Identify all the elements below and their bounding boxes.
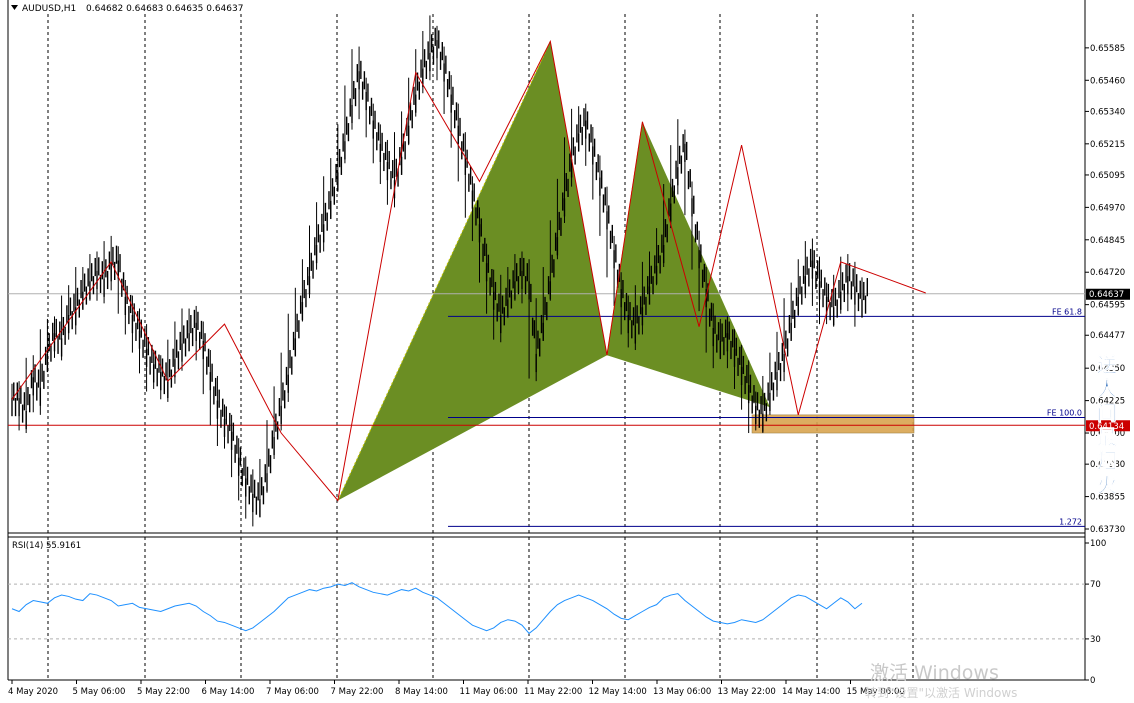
price-tick-label: 0.65460 <box>1090 76 1125 86</box>
fibo-level-label: 1.272 <box>1059 517 1082 526</box>
time-tick-label: 5 May 06:00 <box>73 687 126 697</box>
rsi-title: RSI(14) 55.9161 <box>12 541 81 551</box>
time-tick-label: 4 May 2020 <box>8 687 58 697</box>
time-tick-label: 12 May 14:00 <box>589 687 647 697</box>
rsi-tick-label: 70 <box>1090 580 1101 590</box>
ohlc-label: 0.64682 0.64683 0.64635 0.64637 <box>86 4 243 14</box>
time-tick-label: 13 May 06:00 <box>653 687 711 697</box>
overlay-character: 间 <box>1097 401 1117 425</box>
symbol-label: AUDUSD,H1 <box>22 4 76 14</box>
price-tick-label: 0.64720 <box>1090 268 1125 278</box>
price-tick-label: 0.65215 <box>1090 140 1125 150</box>
time-tick-label: 7 May 22:00 <box>331 687 384 697</box>
fibo-level-label: FE 100.0 <box>1047 408 1082 417</box>
price-tick-label: 0.65095 <box>1090 171 1125 181</box>
price-tick-label: 0.65340 <box>1090 107 1125 117</box>
price-tick-label: 0.65585 <box>1090 44 1125 54</box>
rsi-tick-label: 30 <box>1090 635 1101 645</box>
activation-watermark-title: 激活 Windows <box>870 662 999 684</box>
overlay-character: 最 <box>1097 425 1118 449</box>
overlay-character: 送 <box>1097 353 1118 377</box>
price-tick-label: 0.64970 <box>1090 203 1125 213</box>
price-tick-label: 0.64477 <box>1090 331 1125 341</box>
time-tick-label: 11 May 22:00 <box>524 687 582 697</box>
price-tick-label: 0.63730 <box>1090 525 1125 535</box>
overlay-character: 烟 <box>1097 449 1117 473</box>
chart-canvas[interactable]: FE 61.8 FE 100.0 1.272 0.65585 0.65460 0.653… <box>0 0 1134 700</box>
price-tick-label: 0.64595 <box>1090 301 1125 311</box>
time-tick-label: 11 May 06:00 <box>460 687 518 697</box>
chart-window[interactable]: FE 61.8 FE 100.0 1.272 0.65585 0.65460 0.653… <box>0 0 1134 700</box>
rsi-tick-label: 100 <box>1090 539 1106 549</box>
time-tick-label: 5 May 22:00 <box>137 687 190 697</box>
last-price-tag-label: 0.64637 <box>1089 290 1124 300</box>
time-tick-label: 13 May 22:00 <box>718 687 776 697</box>
overlay-character: 火 <box>1097 473 1118 497</box>
time-tick-label: 14 May 14:00 <box>782 687 840 697</box>
overlay-character: 人 <box>1097 377 1118 401</box>
activation-watermark-subtitle: 转到"设置"以激活 Windows <box>865 685 1017 699</box>
price-tick-label: 0.64845 <box>1090 236 1125 246</box>
rsi-tick-label: 0 <box>1090 676 1095 686</box>
fibo-level-label: FE 61.8 <box>1052 307 1082 316</box>
time-tick-label: 8 May 14:00 <box>395 687 448 697</box>
time-tick-label: 7 May 06:00 <box>266 687 319 697</box>
vertical-overlay-text: 送人间最烟火 <box>1097 353 1119 498</box>
time-tick-label: 6 May 14:00 <box>202 687 255 697</box>
